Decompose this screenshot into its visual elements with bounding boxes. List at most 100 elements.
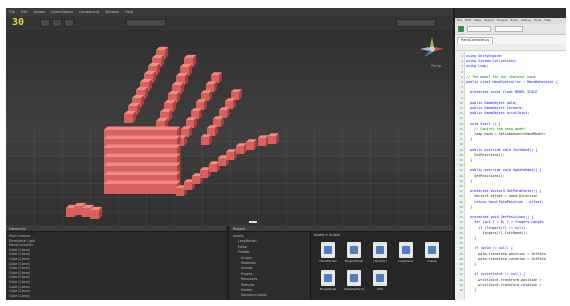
hierarchy-row[interactable]: Cube (Clone)	[9, 289, 30, 293]
unity-menu-item[interactable]: Help	[125, 10, 133, 14]
project-folder-item[interactable]: Materials	[241, 261, 256, 265]
project-breadcrumb: Assets > Scripts	[314, 233, 340, 237]
project-asset[interactable]: Utils	[370, 270, 390, 292]
project-asset-label: SkeletalHand	[344, 287, 364, 291]
voxel-hand-svg	[66, 46, 279, 219]
unity-menu-item[interactable]: Edit	[21, 10, 28, 14]
voxel-cube	[226, 149, 237, 160]
voxel-cube	[201, 134, 212, 145]
line-number: 46	[459, 288, 463, 292]
project-folder-item[interactable]: Plugins	[241, 272, 252, 276]
code-line: }	[466, 288, 477, 292]
voxel-cube	[236, 143, 247, 154]
hierarchy-panel: Hierarchy Main Camera Directional Light Ha…	[6, 226, 228, 300]
unity-menu-item[interactable]: Assets	[34, 10, 45, 14]
project-folder-item[interactable]: Textures	[241, 283, 254, 287]
hierarchy-row[interactable]: Cube (Clone)	[9, 252, 30, 256]
scene-orientation-gizmo-icon[interactable]	[419, 36, 445, 62]
project-asset-label: HandCtrl	[373, 259, 387, 263]
hierarchy-title: Hierarchy	[9, 227, 26, 231]
hierarchy-row[interactable]: HandController	[9, 243, 33, 247]
script-file-icon	[373, 270, 387, 286]
project-asset[interactable]: Cubes	[422, 242, 442, 264]
project-asset[interactable]: HandModel	[318, 242, 338, 264]
perspective-label: Persp	[431, 64, 441, 68]
hierarchy-row[interactable]: Cube (Clone)	[9, 285, 30, 289]
hierarchy-row[interactable]: Cube (Clone)	[9, 275, 30, 279]
script-file-icon	[321, 242, 335, 258]
voxel-cube	[124, 110, 137, 123]
code-line: }	[466, 204, 473, 209]
unity-menu-item[interactable]: GameObject	[51, 10, 73, 14]
project-asset[interactable]: FingerModel	[344, 242, 364, 264]
code-line: using Leap;	[466, 64, 489, 69]
script-file-icon	[321, 270, 335, 286]
code-line: }	[466, 262, 477, 266]
code-line: public GameObject wristJoint;	[466, 111, 530, 116]
unity-menu-item[interactable]: File	[9, 10, 15, 14]
scene-cursor-marker	[249, 221, 257, 223]
script-file-icon	[347, 242, 361, 258]
voxel-cube	[258, 135, 269, 146]
hierarchy-row[interactable]: Cube (Clone)	[9, 248, 30, 252]
hierarchy-row[interactable]: Main Camera	[9, 234, 30, 238]
build-config-dropdown[interactable]	[467, 26, 491, 32]
play-button[interactable]	[40, 19, 50, 27]
code-editor-window: File Edit View Search Project Build Debug Tools…	[455, 8, 566, 300]
project-folder-item[interactable]: Prefabs	[238, 250, 250, 254]
pause-button[interactable]	[52, 19, 62, 27]
script-file-icon	[373, 242, 387, 258]
project-asset[interactable]: LeapInput	[396, 242, 416, 264]
voxel-cube	[268, 133, 279, 144]
fps-counter: 30	[12, 17, 25, 28]
code-line: public class HandController : MonoBehavi…	[466, 80, 558, 84]
code-line: }	[466, 158, 473, 162]
hierarchy-row[interactable]: Cube (Clone)	[9, 266, 30, 270]
project-folder-tree: Assets LeapMotion Editor Prefabs Scripts Mate…	[230, 232, 311, 300]
editor-toolbar	[455, 24, 566, 35]
code-area[interactable]: 1 using UnityEngine; 2 using System.Collect…	[455, 52, 566, 300]
code-line: wristJoint.transform.rotation =	[466, 282, 542, 287]
layers-dropdown[interactable]	[126, 19, 166, 27]
hierarchy-row[interactable]: Cube (Clone)	[9, 271, 30, 275]
scene-view[interactable]: Persp	[6, 30, 453, 226]
layout-dropdown[interactable]	[396, 19, 436, 27]
project-title: Project	[233, 227, 245, 231]
platform-dropdown[interactable]	[495, 26, 523, 32]
hierarchy-row[interactable]: Cube (Clone)	[9, 257, 30, 261]
run-icon[interactable]	[458, 26, 464, 32]
unity-editor-window: File Edit Assets GameObject Component Window H…	[6, 8, 453, 300]
bottom-panels: Hierarchy Main Camera Directional Light Ha…	[6, 226, 453, 300]
hierarchy-row[interactable]: Cube (Clone)	[9, 280, 30, 284]
hierarchy-row[interactable]: Cube (Clone)	[9, 262, 30, 266]
project-asset[interactable]: SkeletalHand	[344, 270, 364, 292]
project-asset[interactable]: HandCtrl	[370, 242, 390, 264]
unity-menu-item[interactable]: Window	[105, 10, 119, 14]
step-button[interactable]	[64, 19, 74, 27]
code-line: }	[466, 178, 473, 183]
code-line: leap_hand = GetComponent<HandModel>	[466, 132, 546, 136]
code-line: palm.transform.rotation = GetPalm	[466, 256, 546, 261]
unity-toolbar: 30	[6, 16, 453, 30]
project-folder-item[interactable]: Models	[241, 288, 252, 292]
project-folder-item[interactable]: Resources	[241, 277, 257, 281]
unity-menu-item[interactable]: Component	[79, 10, 99, 14]
unity-menu-bar: File Edit Assets GameObject Component Window H…	[6, 8, 453, 16]
hierarchy-row[interactable]: Directional Light	[9, 239, 35, 243]
hierarchy-row[interactable]: Cube (Clone)	[9, 294, 30, 298]
project-folder-item[interactable]: Standard Assets	[241, 293, 267, 297]
project-folder-item[interactable]: Scenes	[241, 266, 252, 270]
editor-title-bar	[455, 8, 566, 18]
project-asset-label: FingerModel	[344, 259, 364, 263]
script-file-icon	[425, 242, 439, 258]
code-line: protected const float MODEL_SCALE	[466, 90, 538, 95]
project-folder-item[interactable]: Editor	[238, 245, 247, 249]
code-line: }	[466, 137, 473, 142]
project-folder-item[interactable]: Scripts	[241, 256, 252, 260]
project-folder-item[interactable]: LeapMotion	[238, 239, 256, 243]
project-asset[interactable]: BoneModel	[318, 270, 338, 292]
desktop-screen: File Edit Assets GameObject Component Window H…	[6, 8, 566, 300]
project-panel: Project Assets LeapMotion Editor Prefabs Scr…	[230, 226, 453, 300]
project-folder-item[interactable]: Assets	[233, 234, 243, 238]
project-asset-label: Cubes	[427, 259, 437, 263]
